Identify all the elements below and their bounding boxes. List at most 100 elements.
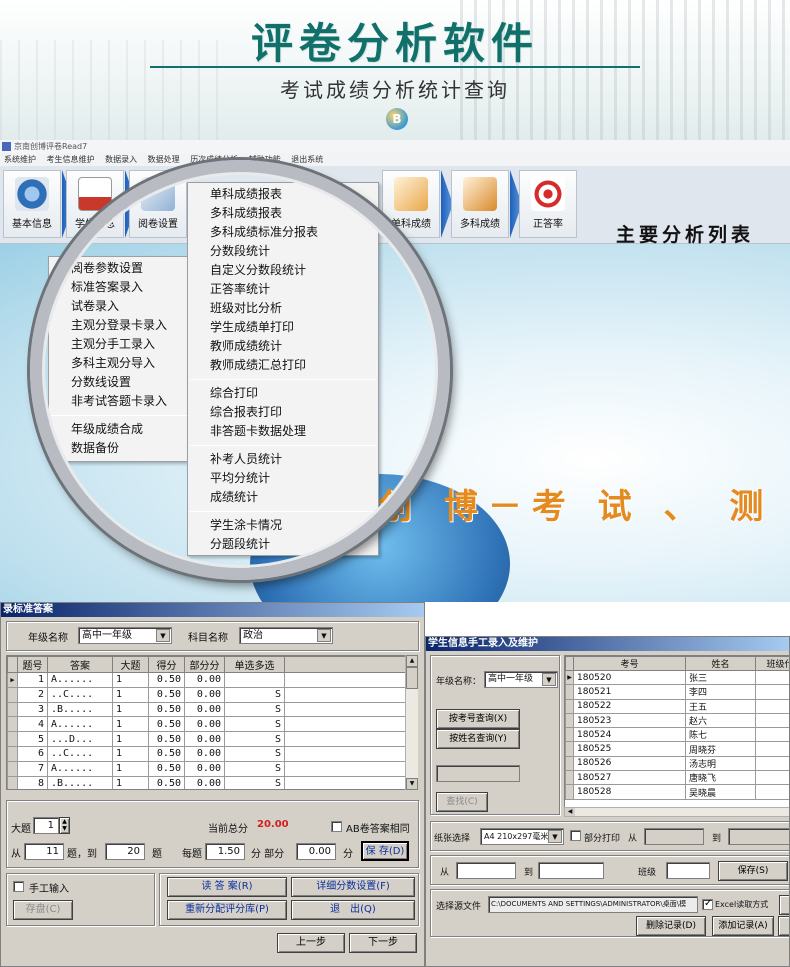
table-cell[interactable]: 1	[112, 686, 149, 703]
row-indicator[interactable]	[7, 701, 18, 718]
table-cell[interactable]: 周晓芬	[685, 741, 756, 757]
ab-same-checkbox[interactable]	[331, 821, 342, 832]
table-cell[interactable]: 8	[17, 775, 48, 789]
row-indicator[interactable]	[565, 755, 574, 772]
column-header[interactable]: 考号	[573, 656, 686, 671]
table-row[interactable]: 3 .B..... 1 0.50 0.00 S	[7, 701, 405, 718]
current-row-marker-icon[interactable]: ▶	[565, 669, 574, 686]
row-indicator[interactable]	[565, 698, 574, 714]
table-cell[interactable]: 0.50	[148, 775, 185, 789]
column-header[interactable]: 答案	[47, 656, 113, 673]
row-indicator[interactable]	[565, 784, 574, 800]
to-question-input[interactable]: 20	[105, 843, 145, 860]
table-row[interactable]: 8 .B..... 1 0.50 0.00 S	[7, 775, 405, 789]
menu-item-multi-report[interactable]: 多科成绩报表	[188, 204, 378, 223]
menu-item-combined-print[interactable]: 综合打印	[188, 384, 378, 403]
table-cell[interactable]: 0.50	[148, 760, 185, 777]
table-cell[interactable]: 2	[17, 686, 48, 703]
menu-student-info[interactable]: 考生信息维护	[47, 155, 95, 164]
table-cell[interactable]: 赵六	[685, 712, 756, 729]
table-cell[interactable]: 张三	[685, 669, 756, 686]
table-cell[interactable]: A......	[47, 672, 113, 688]
table-cell[interactable]: 李四	[685, 684, 756, 700]
table-cell[interactable]: .B.....	[47, 775, 113, 789]
table-cell[interactable]: .B.....	[47, 701, 113, 718]
table-cell[interactable]: 180524	[573, 727, 686, 743]
table-cell[interactable]	[755, 741, 789, 757]
class-input[interactable]	[666, 862, 710, 879]
grade-select[interactable]: 高中一年级 ▼	[484, 671, 558, 688]
table-cell[interactable]: ..C....	[47, 745, 113, 762]
delete-record-button[interactable]: 删除记录(D)	[636, 916, 706, 936]
menu-system[interactable]: 系统维护	[4, 155, 36, 164]
column-header[interactable]: 姓名	[685, 656, 756, 671]
table-cell[interactable]: S	[224, 701, 285, 718]
read-answer-button[interactable]: 读 答 案(R)	[167, 877, 287, 897]
table-cell[interactable]: 1	[112, 716, 149, 733]
table-cell[interactable]: 0.00	[184, 731, 225, 747]
menu-item-question-band[interactable]: 分题段统计	[188, 535, 378, 554]
save-button[interactable]: 保存(S)	[718, 861, 788, 881]
table-cell[interactable]: S	[224, 745, 285, 762]
table-cell[interactable]: 4	[17, 716, 48, 733]
table-cell[interactable]: S	[224, 775, 285, 789]
table-cell[interactable]: 1	[112, 701, 149, 718]
table-cell[interactable]: 3	[17, 701, 48, 718]
menu-item-subjective-card[interactable]: 主观分登录卡录入	[49, 316, 189, 335]
table-cell[interactable]: 180526	[573, 755, 686, 772]
menu-item-accuracy[interactable]: 正答率统计	[188, 280, 378, 299]
row-indicator[interactable]	[7, 760, 18, 777]
menu-item-report-card[interactable]: 学生成绩单打印	[188, 318, 378, 337]
table-cell[interactable]: 1	[112, 760, 149, 777]
table-cell[interactable]: 1	[112, 745, 149, 762]
row-indicator[interactable]	[7, 745, 18, 762]
grade-select[interactable]: 高中一年级 ▼	[78, 627, 172, 644]
each-score-input[interactable]: 1.50	[205, 843, 245, 860]
table-row[interactable]: 180527 唐晓飞	[565, 770, 789, 786]
scroll-up-icon[interactable]: ▲	[406, 655, 418, 667]
table-cell[interactable]: S	[224, 716, 285, 733]
redistribute-button[interactable]: 重新分配评分库(P)	[167, 900, 287, 920]
toolbar-accuracy-button[interactable]: 正答率	[519, 170, 577, 238]
menu-item-marking-params[interactable]: 阅卷参数设置	[49, 259, 189, 278]
table-cell[interactable]: 0.00	[184, 745, 225, 762]
menu-item-grade-merge[interactable]: 年级成绩合成	[49, 420, 189, 439]
menu-item-teacher-stats[interactable]: 教师成绩统计	[188, 337, 378, 356]
toolbar-single-score-button[interactable]: 单科成绩	[382, 170, 440, 238]
table-row[interactable]: 6 ..C.... 1 0.50 0.00 S	[7, 745, 405, 762]
menu-item-combined-report[interactable]: 综合报表打印	[188, 403, 378, 422]
table-row[interactable]: 180526 汤志明	[565, 755, 789, 772]
table-cell[interactable]	[755, 712, 789, 729]
menu-item-average-stats[interactable]: 平均分统计	[188, 469, 378, 488]
table-cell[interactable]: 180523	[573, 712, 686, 729]
chevron-down-icon[interactable]: ▼	[542, 673, 556, 686]
current-row-marker-icon[interactable]: ▶	[7, 672, 18, 688]
table-cell[interactable]: 0.00	[184, 760, 225, 777]
scroll-thumb[interactable]	[406, 667, 418, 689]
store-button[interactable]: 存盘(C)	[13, 900, 73, 920]
chevron-down-icon[interactable]: ▼	[156, 629, 170, 642]
manual-input-checkbox[interactable]	[13, 881, 24, 892]
menu-exit[interactable]: 退出系统	[291, 155, 323, 164]
menu-item-score-band[interactable]: 分数段统计	[188, 242, 378, 261]
row-indicator[interactable]	[565, 684, 574, 700]
table-cell[interactable]: 0.50	[148, 686, 185, 703]
table-cell[interactable]: ...D...	[47, 731, 113, 747]
toolbar-basic-info-button[interactable]: 基本信息	[3, 170, 61, 238]
menu-item-score-stats[interactable]: 成绩统计	[188, 488, 378, 507]
big-question-spinner[interactable]: ▲ ▼	[59, 817, 70, 834]
table-row[interactable]: ▶ 180520 张三	[565, 669, 789, 686]
table-cell[interactable]: 陈七	[685, 727, 756, 743]
table-row[interactable]: 180524 陈七	[565, 727, 789, 743]
column-header[interactable]: 题号	[17, 656, 48, 673]
row-indicator[interactable]	[565, 712, 574, 729]
menu-item-subjective-manual[interactable]: 主观分手工录入	[49, 335, 189, 354]
table-row[interactable]: 180528 吴晓晨	[565, 784, 789, 800]
table-cell[interactable]: 1	[112, 731, 149, 747]
table-cell[interactable]: 汤志明	[685, 755, 756, 772]
column-header[interactable]: 得分	[148, 656, 185, 673]
menu-item-custom-band[interactable]: 自定义分数段统计	[188, 261, 378, 280]
student-grid-hscrollbar[interactable]: ◀	[564, 807, 789, 817]
range-from-input[interactable]	[456, 862, 516, 879]
toolbar-multi-score-button[interactable]: 多科成绩	[451, 170, 509, 238]
